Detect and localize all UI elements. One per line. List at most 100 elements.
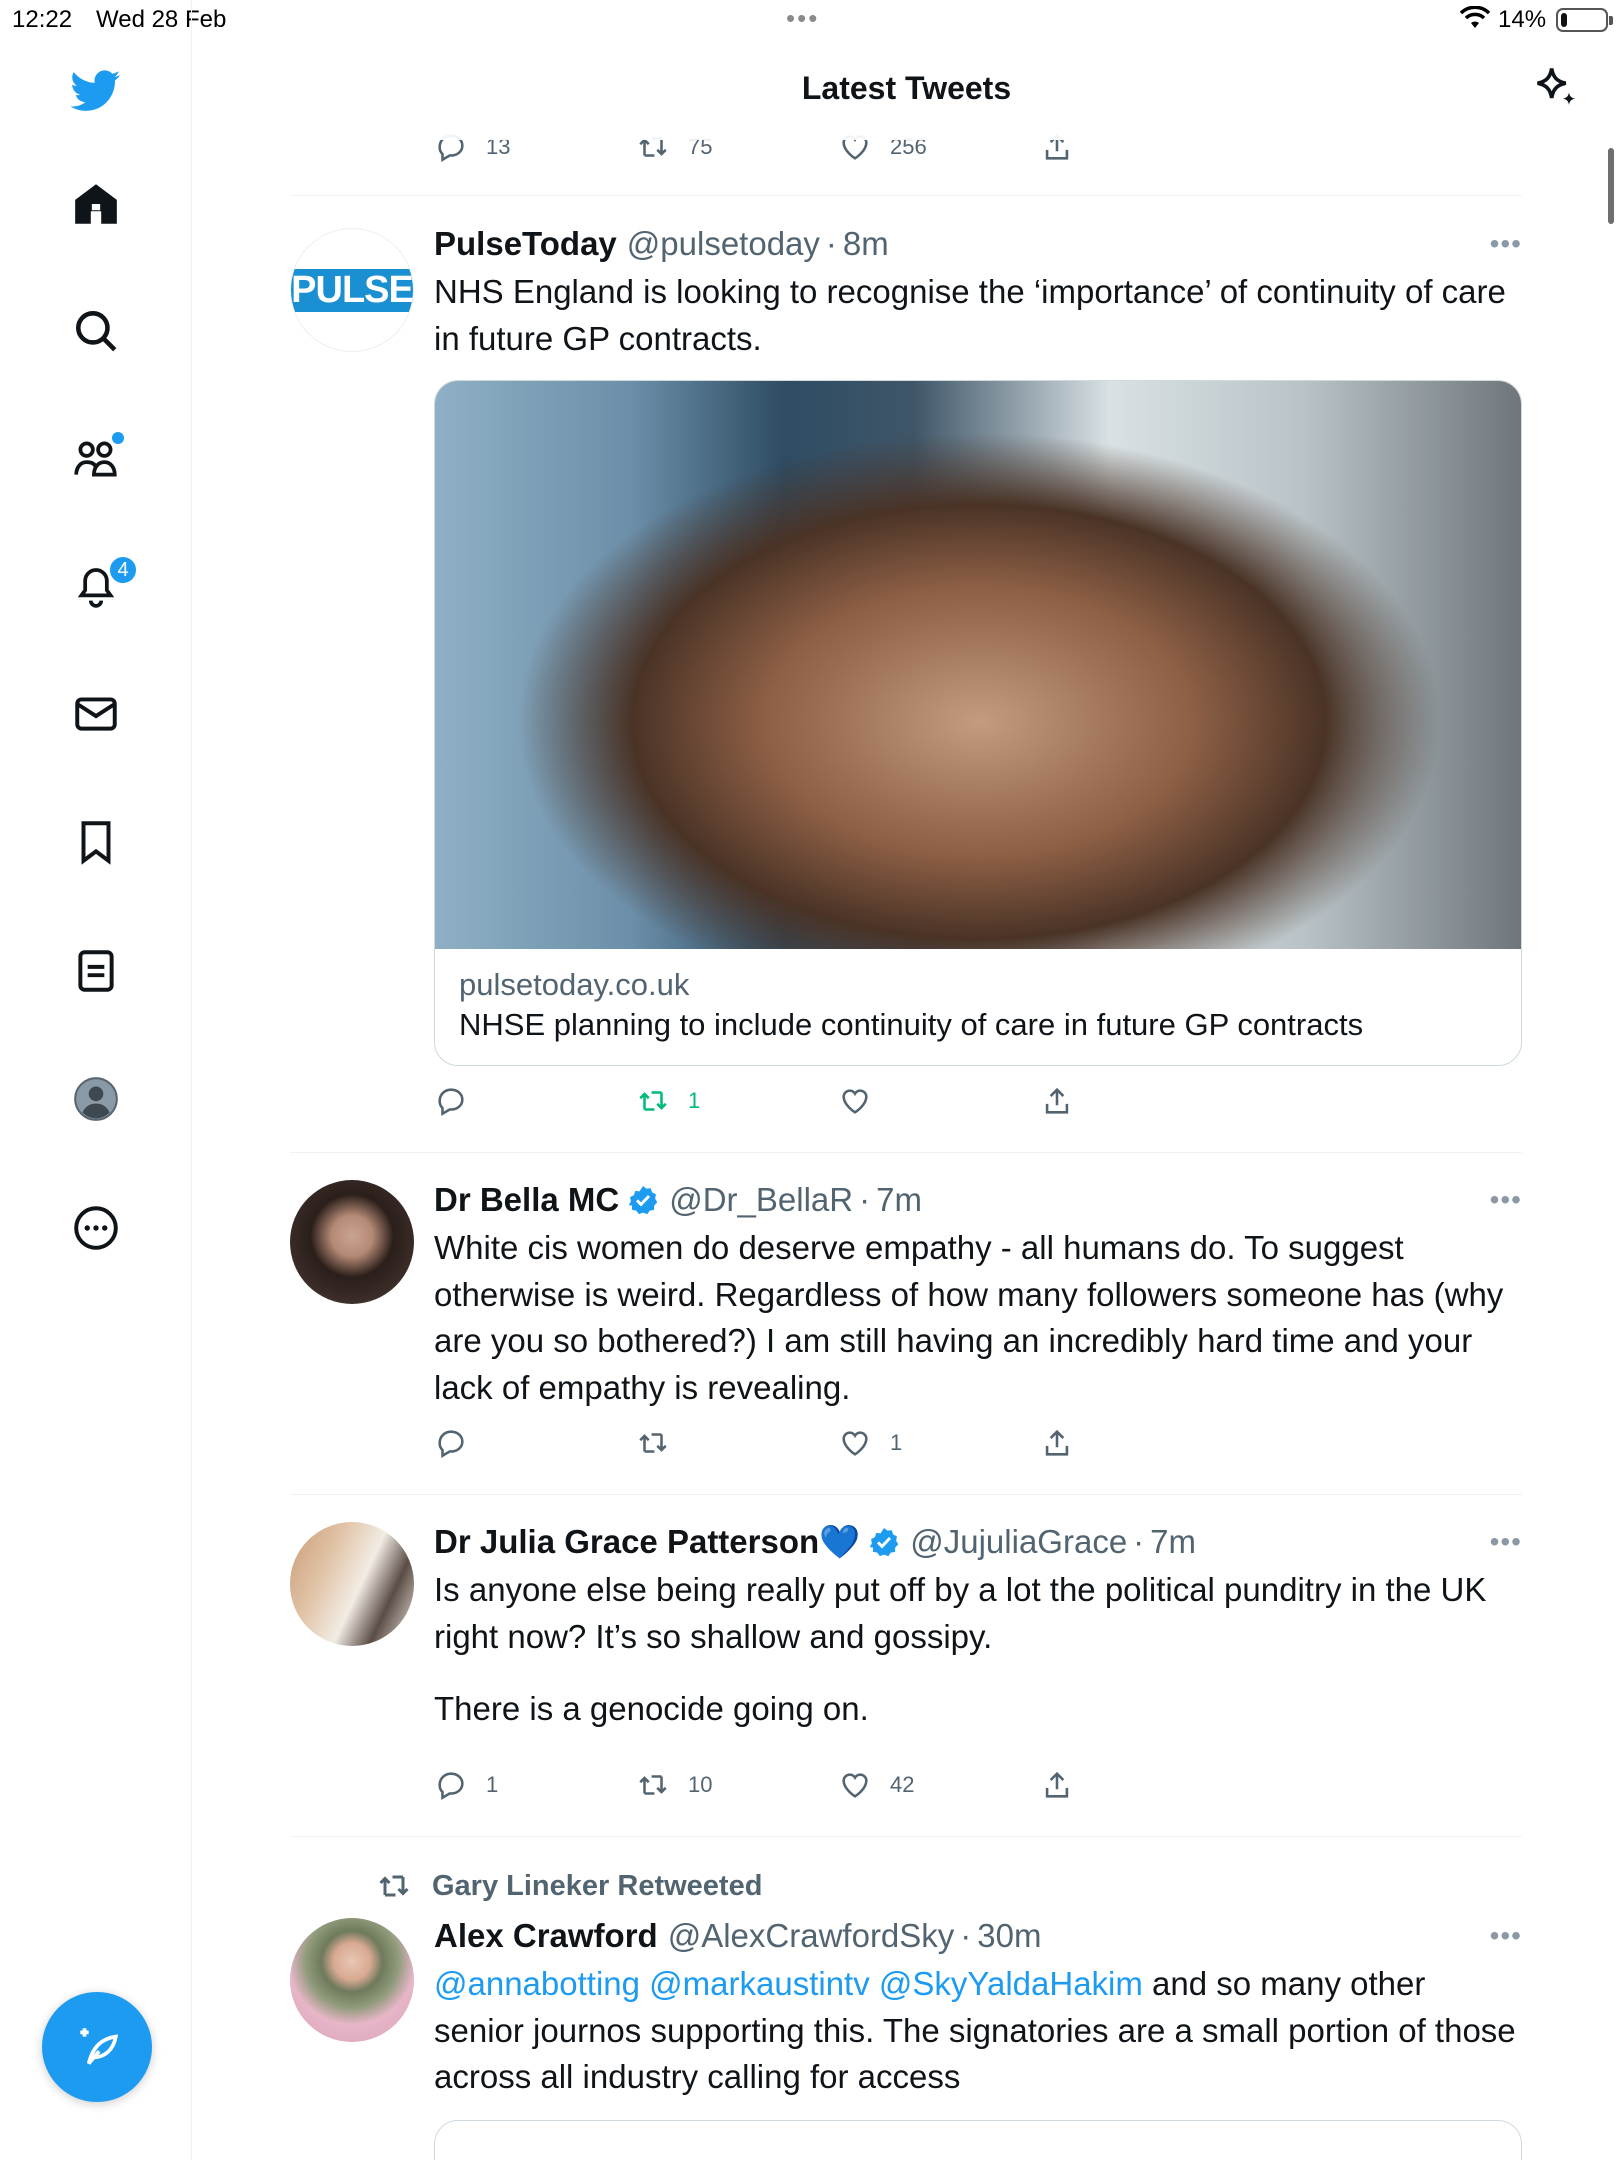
tweet-text: Is anyone else being really put off by a… <box>434 1571 1487 1655</box>
share-icon <box>1045 1087 1069 1114</box>
compose-tweet-button[interactable] <box>42 1992 152 2102</box>
tweet-more-icon[interactable]: ••• <box>1490 1526 1522 1558</box>
tweet-dr-bella[interactable]: Dr Bella MC @Dr_BellaR · 7m ••• White ci… <box>290 1178 1522 1478</box>
mention-link[interactable]: @markaustintv <box>649 1965 870 2002</box>
reply-icon <box>438 1430 464 1459</box>
quoted-tweet-card[interactable] <box>434 2120 1522 2160</box>
verified-badge-icon <box>628 1186 658 1215</box>
like-button[interactable] <box>838 1084 890 1118</box>
separator-dot: · <box>859 1181 871 1218</box>
page-title: Latest Tweets <box>801 70 1012 106</box>
mention-link[interactable]: @SkyYaldaHakim <box>879 1965 1143 2002</box>
tweet-more-icon[interactable]: ••• <box>1490 1920 1522 1952</box>
notifications-badge: 4 <box>108 555 138 585</box>
bookmarks-icon[interactable] <box>52 798 140 886</box>
tweet-actions: 1 <box>434 1426 1522 1466</box>
tweet-more-icon[interactable]: ••• <box>1490 1184 1522 1216</box>
tweet-meta: Dr Bella MC @Dr_BellaR · 7m <box>434 1178 1522 1222</box>
avatar-dr-julia[interactable] <box>290 1522 414 1646</box>
tweet-time[interactable]: 30m <box>977 1917 1041 1955</box>
tweet-time[interactable]: 7m <box>876 1181 922 1219</box>
author-name[interactable]: Dr Bella MC <box>434 1181 619 1219</box>
reply-button[interactable]: 1 <box>434 1768 498 1802</box>
multitasking-dots-icon[interactable]: ••• <box>786 5 819 31</box>
separator-dot: · <box>1133 1523 1145 1560</box>
communities-icon[interactable] <box>52 414 140 502</box>
messages-icon[interactable] <box>52 670 140 758</box>
author-handle[interactable]: @JujuliaGrace <box>910 1523 1127 1561</box>
author-handle[interactable]: @Dr_BellaR <box>669 1181 853 1219</box>
status-bar: 12:22 Wed 28 Feb ••• 14% <box>0 0 1620 40</box>
separator-dot: · <box>960 1917 972 1954</box>
scrollbar[interactable] <box>1608 148 1614 224</box>
avatar-dr-bella[interactable] <box>290 1180 414 1304</box>
retweet-button[interactable]: 1 <box>636 1084 700 1118</box>
retweet-context: Gary Lineker Retweeted <box>376 1866 762 1906</box>
tweet-alex-crawford[interactable]: Gary Lineker Retweeted Alex Crawford @Al… <box>290 1862 1522 2160</box>
tweet-text: @annabotting @markaustintv @SkyYaldaHaki… <box>434 1961 1522 2101</box>
tweet-divider <box>290 195 1522 196</box>
retweet-icon <box>639 1433 667 1453</box>
tweet-meta: Alex Crawford @AlexCrawfordSky · 30m <box>434 1914 1522 1958</box>
tweet-text: NHS England is looking to recognise the … <box>434 273 1506 357</box>
sidebar-nav: 4 <box>0 0 192 2160</box>
reply-icon <box>438 1088 464 1117</box>
tweet-divider <box>290 1152 1522 1153</box>
author-name[interactable]: Alex Crawford <box>434 1917 658 1955</box>
avatar-pulsetoday[interactable]: PULSE <box>290 228 414 352</box>
like-button[interactable]: 1 <box>838 1426 902 1460</box>
retweet-icon <box>639 1091 667 1111</box>
more-options-icon[interactable] <box>52 1184 140 1272</box>
card-domain: pulsetoday.co.uk <box>459 967 690 1002</box>
like-button[interactable]: 42 <box>838 1768 914 1802</box>
communities-unread-dot <box>112 432 124 444</box>
battery-icon <box>1556 8 1613 32</box>
like-count: 42 <box>890 1772 915 1797</box>
card-image <box>435 381 1521 949</box>
mention-link[interactable]: @annabotting <box>434 1965 640 2002</box>
heart-icon <box>842 1773 868 1798</box>
retweet-button[interactable]: 10 <box>636 1768 712 1802</box>
profile-avatar-icon[interactable] <box>52 1055 140 1143</box>
like-count: 1 <box>890 1430 903 1455</box>
retweet-count: 1 <box>688 1088 701 1113</box>
reply-button[interactable] <box>434 1426 486 1460</box>
share-icon <box>1045 1771 1069 1798</box>
reply-count: 1 <box>486 1772 499 1797</box>
heart-icon <box>842 1089 868 1114</box>
author-handle[interactable]: @AlexCrawfordSky <box>668 1917 955 1955</box>
retweet-icon <box>639 1775 667 1795</box>
home-icon[interactable] <box>52 160 140 248</box>
search-icon[interactable] <box>52 287 140 375</box>
wifi-icon <box>1459 5 1491 37</box>
tweet-time[interactable]: 8m <box>843 225 889 263</box>
avatar-alex-crawford[interactable] <box>290 1918 414 2042</box>
heart-icon <box>842 1431 868 1456</box>
tweet-divider <box>290 1836 1522 1837</box>
author-name[interactable]: PulseToday <box>434 225 617 263</box>
link-card[interactable]: pulsetoday.co.uk NHSE planning to includ… <box>434 380 1522 1066</box>
timeline-header: Latest Tweets <box>193 40 1620 140</box>
tweet-text: White cis women do deserve empathy - all… <box>434 1229 1504 1406</box>
tweet-pulsetoday[interactable]: PULSE PulseToday @pulsetoday · 8m ••• NH… <box>290 222 1522 1122</box>
retweeted-by-label[interactable]: Gary Lineker Retweeted <box>432 1870 762 1903</box>
lists-icon[interactable] <box>52 927 140 1015</box>
tweet-more-icon[interactable]: ••• <box>1490 228 1522 260</box>
tweet-time[interactable]: 7m <box>1150 1523 1196 1561</box>
notifications-icon[interactable]: 4 <box>52 541 140 629</box>
tweet-text-paragraph-2: There is a genocide going on. <box>434 1690 869 1727</box>
author-name[interactable]: Dr Julia Grace Patterson💙 <box>434 1523 860 1562</box>
tweet-dr-julia[interactable]: Dr Julia Grace Patterson💙 @JujuliaGrace … <box>290 1520 1522 1820</box>
share-button[interactable] <box>1040 1084 1092 1118</box>
reply-button[interactable] <box>434 1084 486 1118</box>
twitter-logo-icon[interactable] <box>52 46 140 134</box>
sparkle-icon[interactable] <box>1530 62 1586 118</box>
card-title: NHSE planning to include continuity of c… <box>459 1007 1364 1042</box>
author-handle[interactable]: @pulsetoday <box>627 225 820 263</box>
share-button[interactable] <box>1040 1426 1092 1460</box>
retweet-button[interactable] <box>636 1426 688 1460</box>
battery-percent: 14% <box>1498 6 1547 33</box>
share-button[interactable] <box>1040 1768 1092 1802</box>
compose-feather-icon <box>80 2028 119 2065</box>
tweet-meta: PulseToday @pulsetoday · 8m <box>434 222 1522 266</box>
